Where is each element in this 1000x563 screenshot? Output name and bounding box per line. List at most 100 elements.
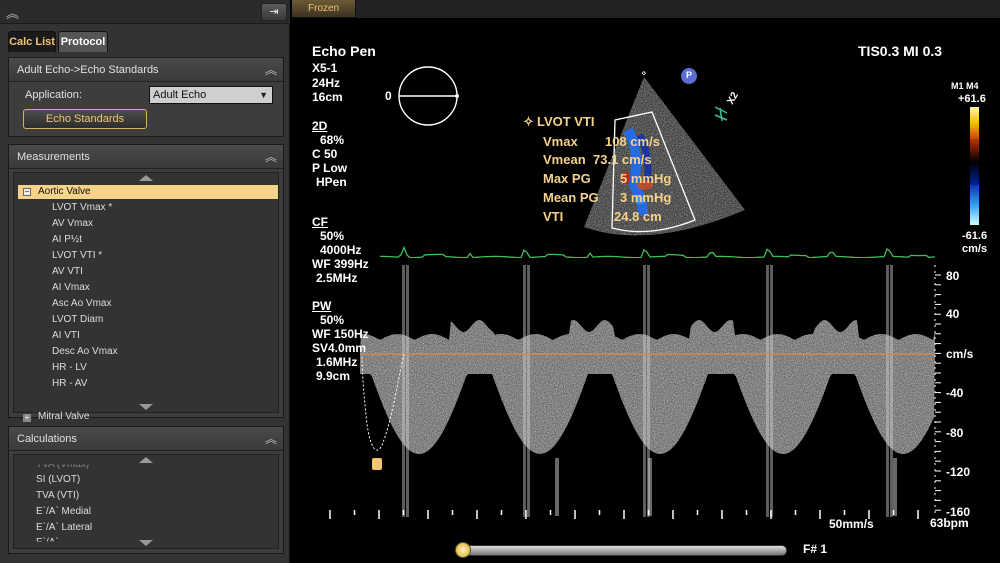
tab-strip [356, 0, 1000, 18]
list-item[interactable]: AI Vmax [52, 282, 90, 293]
list-item[interactable]: LVOT Diam [52, 314, 103, 325]
list-item[interactable]: Asc Ao Vmax [52, 298, 111, 309]
measurements-list[interactable]: − Aortic Valve LVOT Vmax * AV Vmax AI P½… [13, 172, 279, 422]
list-item[interactable]: E`/A` [36, 537, 59, 541]
mode-pw-value: SV4.0mm [312, 341, 367, 355]
mode-pw-value: 9.9cm [316, 369, 351, 383]
list-item[interactable]: E`/A` Lateral [36, 522, 92, 533]
scroll-down-icon[interactable] [139, 404, 153, 410]
velocity-axis-label: -40 [946, 386, 964, 400]
mode-pw-value: WF 150Hz [312, 327, 369, 341]
mode-cf-value: WF 399Hz [312, 257, 369, 271]
scroll-up-icon[interactable] [139, 175, 153, 181]
calculations-list[interactable]: TVA (Vmax) SI (LVOT) TVA (VTI) E`/A` Med… [13, 454, 279, 549]
frozen-tab[interactable]: Frozen [292, 0, 356, 18]
result-value: 73.1 cm/s [593, 152, 652, 167]
mode-2d-label: 2D [312, 119, 328, 133]
measurements-header: Measurements ︽ [9, 145, 283, 169]
mode-2d-value: 68% [320, 133, 345, 147]
standards-header-label: Adult Echo->Echo Standards [17, 64, 159, 76]
list-item[interactable]: Desc Ao Vmax [52, 346, 118, 357]
colorbar-max: +61.6 [958, 93, 986, 105]
colorbar-top-label: M1 M4 [951, 81, 979, 91]
list-item[interactable]: LVOT Vmax * [52, 202, 112, 213]
scroll-down-icon[interactable] [139, 540, 153, 546]
list-item-mitral-valve[interactable]: + Mitral Valve [18, 411, 90, 422]
calculations-header-label: Calculations [17, 433, 77, 445]
mode-2d-value: HPen [316, 175, 347, 189]
list-item[interactable]: LVOT VTI * [52, 250, 102, 261]
list-item[interactable]: E`/A` Medial [36, 506, 91, 517]
cine-slider[interactable] [457, 545, 787, 556]
list-item[interactable]: AV Vmax [52, 218, 93, 229]
panel-topbar: ︽ ⇥ [0, 0, 290, 24]
measurements-section: Measurements ︽ − Aortic Valve LVOT Vmax … [8, 144, 284, 422]
group-label: Aortic Valve [38, 186, 91, 197]
velocity-axis-label: -80 [946, 426, 964, 440]
tis-mi-label: TIS0.3 MI 0.3 [858, 43, 943, 59]
mode-cf-value: 50% [320, 229, 345, 243]
echo-standards-button[interactable]: Echo Standards [23, 109, 147, 129]
mode-cf-label: CF [312, 215, 328, 229]
velocity-axis-label: 80 [946, 269, 960, 283]
mode-pw-value: 50% [320, 313, 345, 327]
application-select-value: Adult Echo [153, 89, 207, 101]
mode-2d-value: P Low [312, 161, 348, 175]
tab-calc-list[interactable]: Calc List [8, 31, 56, 52]
calculations-header: Calculations ︽ [9, 427, 283, 451]
collapse-chevron-icon[interactable]: ︽ [265, 58, 277, 82]
body-marker-angle: 0 [385, 89, 392, 103]
group-label: Mitral Valve [38, 411, 90, 422]
list-item[interactable]: HR - LV [52, 362, 87, 373]
result-value: 3 mmHg [620, 190, 672, 205]
result-value: 5 mmHg [620, 171, 672, 186]
list-item[interactable]: TVA (VTI) [36, 490, 79, 501]
ultrasound-viewport[interactable]: Frozen [292, 0, 1000, 563]
colorbar-center [970, 139, 979, 185]
measurements-header-label: Measurements [17, 151, 90, 163]
sweep-speed-label: 50mm/s [829, 517, 874, 531]
application-select[interactable]: Adult Echo ▼ [149, 86, 273, 104]
list-item[interactable]: HR - AV [52, 378, 87, 389]
tab-protocol[interactable]: Protocol [58, 31, 108, 52]
list-item[interactable]: AV VTI [52, 266, 83, 277]
mode-2d-value: C 50 [312, 147, 338, 161]
result-name: Vmean [543, 152, 586, 167]
measurement-title: LVOT VTI [537, 114, 595, 129]
list-item[interactable]: AI VTI [52, 330, 80, 341]
collapse-icon[interactable]: ︽ [6, 3, 19, 22]
list-item[interactable]: AI P½t [52, 234, 82, 245]
result-value: 108 cm/s [605, 134, 660, 149]
result-name: Mean PG [543, 190, 599, 205]
probe-label: Echo Pen [312, 43, 376, 59]
collapse-chevron-icon[interactable]: ︽ [265, 145, 277, 169]
pin-button[interactable]: ⇥ [261, 3, 287, 21]
result-name: Vmax [543, 134, 578, 149]
crosshair-icon: ✧ [523, 114, 534, 129]
colorbar-negative [970, 185, 979, 225]
depth-label: 16cm [312, 90, 343, 104]
pin-icon: ⇥ [269, 6, 279, 18]
orientation-marker-label: P [686, 70, 693, 80]
cine-slider-thumb[interactable] [455, 542, 471, 558]
mode-cf-value: 2.5MHz [316, 271, 358, 285]
frame-number: F# 1 [803, 542, 828, 556]
list-item[interactable]: SI (LVOT) [36, 474, 80, 485]
application-label: Application: [25, 89, 82, 101]
velocity-axis-label: 40 [946, 307, 960, 321]
scroll-up-icon[interactable] [139, 457, 153, 463]
expand-tree-icon[interactable]: + [23, 414, 31, 422]
result-name: VTI [543, 209, 564, 224]
mode-pw-label: PW [312, 299, 332, 313]
list-item[interactable]: TVA (Vmax) [36, 465, 89, 471]
collapse-tree-icon[interactable]: − [23, 188, 31, 196]
frame-rate-label: 24Hz [312, 76, 341, 90]
colorbar-unit: cm/s [962, 243, 988, 255]
velocity-axis-label: -120 [946, 465, 971, 479]
chevron-down-icon: ▼ [259, 90, 268, 100]
standards-header: Adult Echo->Echo Standards ︽ [9, 58, 283, 82]
result-name: Max PG [543, 171, 591, 186]
collapse-chevron-icon[interactable]: ︽ [265, 427, 277, 451]
list-item-aortic-valve[interactable]: − Aortic Valve [18, 185, 278, 199]
colorbar-min: -61.6 [962, 230, 988, 242]
